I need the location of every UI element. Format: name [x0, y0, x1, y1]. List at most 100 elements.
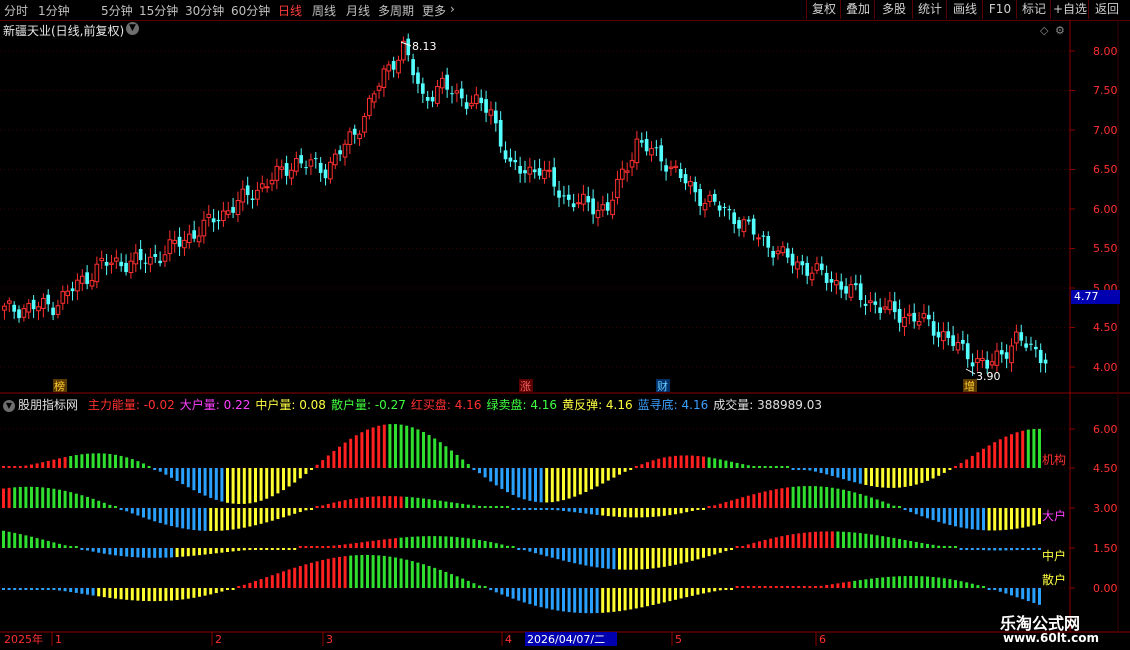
indicator-bar	[24, 465, 28, 468]
indicator-bar	[662, 457, 666, 468]
indicator-name[interactable]: 股朋指标网	[18, 398, 78, 412]
indicator-bar	[394, 496, 397, 508]
gear-icon[interactable]: ⚙	[1055, 24, 1065, 37]
indicator-bar	[892, 468, 896, 488]
indicator-bar	[192, 508, 196, 531]
indicator-bar	[578, 588, 582, 613]
indicator-bar	[282, 548, 285, 550]
indicator-row-labels: 机构 大户 中户 散户	[1042, 452, 1066, 587]
indicator-bar	[774, 466, 778, 468]
indicator-bar	[651, 588, 655, 605]
indicator-bar	[226, 588, 229, 590]
event-marker[interactable]: 榜	[54, 379, 65, 393]
indicator-bar	[993, 442, 997, 468]
indicator-bar	[679, 508, 683, 514]
indicator-bar	[326, 558, 330, 588]
event-marker[interactable]: 增	[964, 379, 975, 393]
candle-body	[109, 262, 114, 265]
indicator-bar	[769, 538, 773, 548]
indicator-bar	[993, 548, 997, 551]
indicator-bar	[74, 588, 78, 593]
indicator-bar	[242, 468, 246, 504]
indicator-bar	[119, 548, 123, 557]
indicator-bar	[136, 461, 140, 468]
indicator-bar	[1026, 508, 1030, 527]
indicator-bar	[175, 548, 179, 558]
price-tick: 4.50	[1093, 321, 1118, 334]
indicator-bar	[388, 496, 392, 508]
event-marker[interactable]: 财	[657, 379, 668, 393]
candle-body	[488, 109, 494, 116]
indicator-bar	[276, 468, 280, 494]
candle-body	[532, 169, 537, 173]
event-marker[interactable]: 涨	[520, 380, 531, 393]
indicator-bar	[601, 588, 605, 613]
indicator-bar	[718, 588, 722, 591]
candle-body	[221, 210, 226, 221]
indicator-bar	[539, 468, 543, 503]
candle-body	[619, 168, 625, 180]
candle-body	[259, 183, 265, 189]
indicator-bar	[713, 588, 717, 592]
candle-body	[304, 167, 308, 169]
indicator-bar	[858, 533, 862, 548]
indicator-bar	[920, 508, 924, 517]
indicator-bar	[909, 575, 913, 588]
diamond-icon[interactable]: ◇	[1040, 24, 1049, 37]
indicator-bar	[774, 489, 778, 508]
indicator-bar	[142, 588, 145, 601]
candle-body	[999, 350, 1004, 355]
indicator-bar	[394, 557, 397, 588]
indicator-bar	[444, 536, 448, 548]
indicator-bar	[545, 508, 549, 510]
indicator-bar	[724, 502, 728, 508]
indicator-bar	[399, 558, 403, 588]
candle-body	[376, 85, 382, 91]
indicator-bar	[914, 468, 918, 485]
indicator-bar	[7, 487, 11, 508]
indicator-bar	[786, 487, 789, 508]
indicator-bar	[931, 508, 935, 521]
indicator-bar	[998, 548, 1002, 551]
indicator-bar	[786, 466, 789, 468]
indicator-bar	[629, 468, 633, 470]
indicator-bar	[58, 588, 61, 591]
indicator-bar	[713, 458, 717, 468]
candle-body	[143, 262, 148, 264]
indicator-bar	[175, 468, 179, 481]
indicator-bar	[909, 540, 913, 548]
indicator-bar	[231, 508, 235, 530]
indicator-bar	[881, 536, 885, 548]
indicator-bar	[354, 542, 358, 548]
indicator-bar	[1004, 436, 1008, 468]
candle-body	[435, 86, 440, 104]
candle-body	[809, 272, 815, 281]
indicator-chevron-icon[interactable]: ▼	[3, 399, 15, 412]
indicator-bar	[931, 576, 935, 588]
indicator-bar	[321, 505, 325, 508]
indicator-bar	[903, 508, 907, 510]
indicator-bar	[763, 539, 767, 548]
candle-body	[391, 61, 396, 70]
indicator-bar	[321, 460, 325, 468]
indicator-bar	[293, 508, 297, 514]
indicator-bar	[170, 548, 173, 558]
candle-body	[639, 140, 644, 143]
indicator-bar	[455, 503, 459, 508]
indicator-bar	[130, 508, 134, 514]
indicator-bar	[937, 468, 941, 476]
candle-body	[537, 168, 542, 176]
chevron-down-icon[interactable]: ▼	[126, 22, 139, 35]
indicator-bar	[147, 508, 151, 520]
indicator-bar	[534, 588, 537, 606]
indicator-bar	[366, 554, 369, 588]
indicator-bar	[455, 576, 459, 588]
indicator-bar	[2, 488, 5, 508]
date-label: 1	[55, 633, 62, 646]
indicator-bar	[511, 468, 515, 495]
indicator-bar	[567, 508, 571, 512]
kline-chart[interactable]: 8.00 7.50 7.00 6.50 6.00 5.50 5.00 4.50 …	[0, 0, 1130, 650]
indicator-bar	[399, 496, 403, 508]
candle-body	[70, 288, 75, 292]
indicator-bar	[808, 486, 812, 508]
